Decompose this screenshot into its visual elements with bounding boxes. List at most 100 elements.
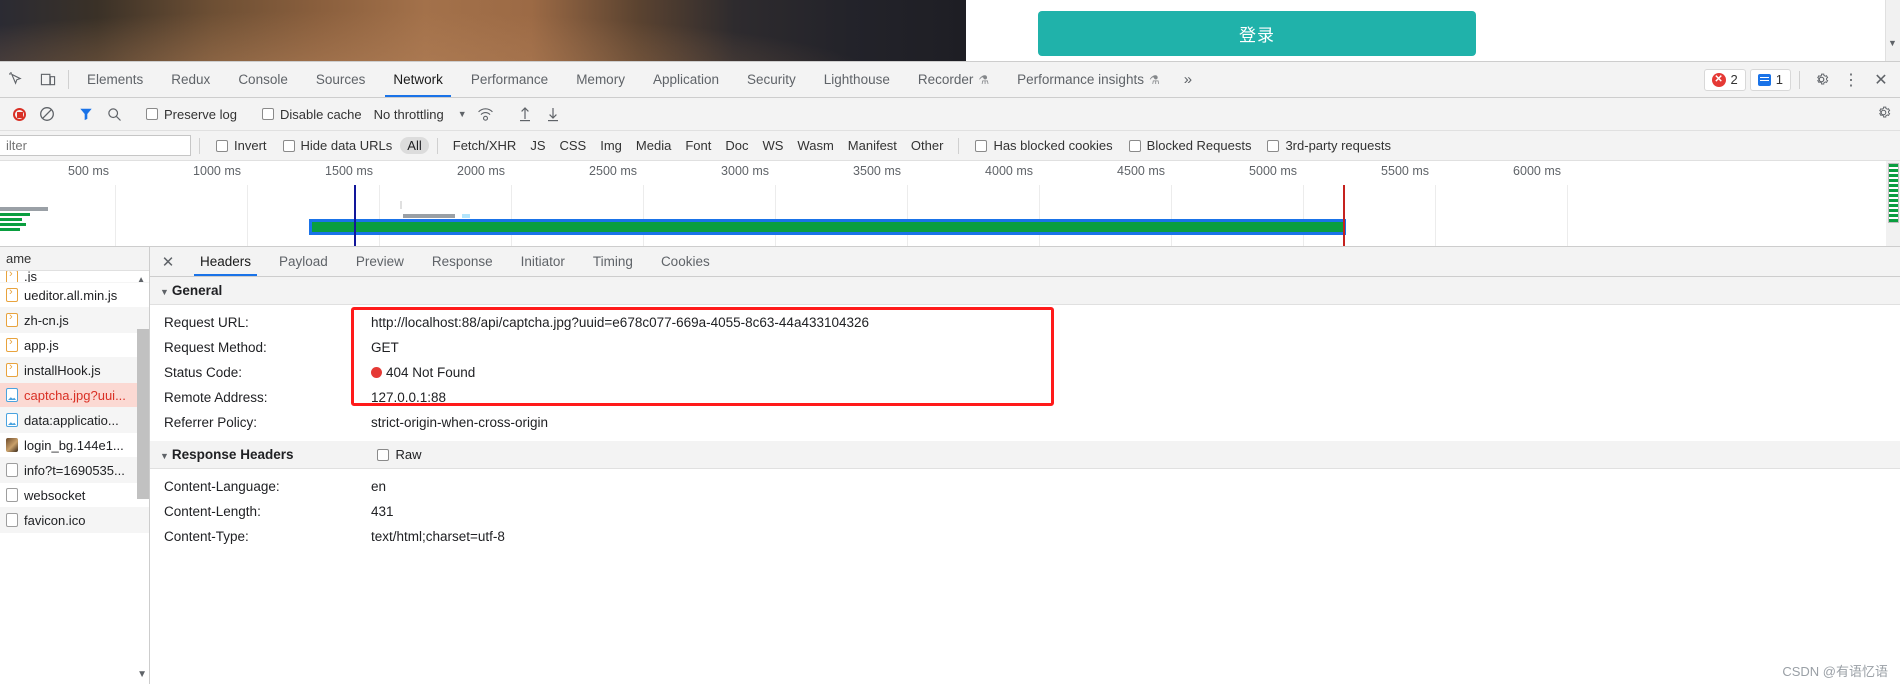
list-item[interactable]: .js — [0, 271, 149, 283]
chevron-down-icon[interactable]: ▼ — [1887, 38, 1898, 49]
request-details-pane: ✕ Headers Payload Preview Response Initi… — [150, 247, 1900, 684]
tab-preview[interactable]: Preview — [342, 247, 418, 276]
message-count-badge[interactable]: 1 — [1749, 68, 1791, 91]
list-item[interactable]: info?t=1690535... — [0, 458, 149, 483]
checkbox-box — [261, 108, 274, 120]
list-item-selected[interactable]: captcha.jpg?uui... — [0, 383, 149, 408]
preserve-log-checkbox[interactable]: Preserve log — [140, 107, 243, 122]
request-list-body[interactable]: .js ueditor.all.min.js zh-cn.js app.js — [0, 271, 149, 684]
login-button[interactable]: 登录 — [1038, 11, 1476, 56]
tab-headers[interactable]: Headers — [186, 247, 265, 276]
invert-checkbox[interactable]: Invert — [208, 138, 275, 153]
more-tabs-icon[interactable]: » — [1174, 62, 1202, 97]
filter-type-font[interactable]: Font — [678, 137, 718, 154]
device-toolbar-icon[interactable] — [32, 62, 64, 97]
row-value[interactable]: http://localhost:88/api/captcha.jpg?uuid… — [371, 315, 869, 330]
page-scrollbar[interactable]: ▼ — [1885, 0, 1900, 61]
js-file-icon — [6, 336, 18, 352]
response-headers-section-header[interactable]: ▼ Response Headers Raw — [150, 441, 1900, 469]
list-item[interactable]: favicon.ico — [0, 508, 149, 533]
response-header-row: Content-Length: 431 — [150, 499, 1900, 524]
tab-recorder[interactable]: Recorder ⚗ — [904, 62, 1003, 97]
inspect-element-icon[interactable] — [0, 62, 32, 97]
row-value: text/html;charset=utf-8 — [371, 529, 505, 544]
list-item[interactable]: login_bg.144e1... — [0, 433, 149, 458]
tab-security[interactable]: Security — [733, 62, 810, 97]
tab-application[interactable]: Application — [639, 62, 733, 97]
divider — [68, 70, 69, 89]
record-button[interactable] — [6, 101, 32, 127]
disable-cache-checkbox[interactable]: Disable cache — [256, 107, 368, 122]
request-list-scroll-thumb[interactable] — [137, 329, 149, 499]
tab-response[interactable]: Response — [418, 247, 507, 276]
preserve-log-label: Preserve log — [164, 106, 237, 122]
network-conditions-icon[interactable] — [473, 101, 499, 127]
filter-type-css[interactable]: CSS — [553, 137, 594, 154]
clear-network-log-icon[interactable] — [34, 101, 60, 127]
general-row: Remote Address: 127.0.0.1:88 — [150, 385, 1900, 410]
import-har-icon[interactable] — [512, 101, 538, 127]
filter-type-manifest[interactable]: Manifest — [841, 137, 904, 154]
throttling-select[interactable]: No throttling ▼ — [370, 107, 471, 122]
tab-elements[interactable]: Elements — [73, 62, 157, 97]
blocked-requests-checkbox[interactable]: Blocked Requests — [1121, 138, 1260, 153]
settings-gear-icon[interactable] — [1808, 67, 1834, 93]
tab-network[interactable]: Network — [379, 62, 457, 97]
list-item[interactable]: installHook.js — [0, 358, 149, 383]
filter-input[interactable] — [0, 135, 191, 156]
has-blocked-cookies-checkbox[interactable]: Has blocked cookies — [967, 138, 1120, 153]
search-icon[interactable] — [101, 101, 127, 127]
filter-type-fetch-xhr[interactable]: Fetch/XHR — [446, 137, 524, 154]
filter-funnel-icon[interactable] — [73, 101, 99, 127]
filter-type-doc[interactable]: Doc — [718, 137, 755, 154]
more-options-icon[interactable]: ⋮ — [1838, 67, 1864, 93]
tab-sources[interactable]: Sources — [302, 62, 380, 97]
list-item[interactable]: zh-cn.js — [0, 308, 149, 333]
scroll-down-icon[interactable]: ▼ — [137, 669, 147, 680]
overview-scrollbar[interactable] — [1886, 161, 1900, 246]
tab-label: Performance — [470, 72, 549, 87]
close-details-icon[interactable]: ✕ — [150, 247, 186, 276]
third-party-requests-checkbox[interactable]: 3rd-party requests — [1259, 138, 1399, 153]
list-item[interactable]: websocket — [0, 483, 149, 508]
checkbox-box — [1267, 139, 1280, 152]
checkbox-box — [1128, 139, 1141, 152]
tab-timing[interactable]: Timing — [579, 247, 647, 276]
triangle-down-icon: ▼ — [160, 287, 169, 297]
filter-type-all[interactable]: All — [400, 137, 429, 154]
filter-type-other[interactable]: Other — [904, 137, 951, 154]
filter-type-media[interactable]: Media — [629, 137, 678, 154]
divider — [1799, 70, 1800, 89]
tab-lighthouse[interactable]: Lighthouse — [810, 62, 904, 97]
tab-cookies[interactable]: Cookies — [647, 247, 724, 276]
filter-type-ws[interactable]: WS — [755, 137, 790, 154]
request-list-header[interactable]: ame — [0, 247, 149, 271]
network-overview-chart[interactable]: 500 ms 1000 ms 1500 ms 2000 ms 2500 ms 3… — [0, 161, 1900, 247]
has-blocked-cookies-label: Has blocked cookies — [993, 138, 1113, 153]
hide-data-urls-checkbox[interactable]: Hide data URLs — [275, 138, 401, 153]
hide-data-urls-label: Hide data URLs — [300, 138, 393, 153]
list-item[interactable]: ueditor.all.min.js — [0, 283, 149, 308]
divider — [958, 137, 960, 154]
filter-type-wasm[interactable]: Wasm — [790, 137, 840, 154]
error-count-badge[interactable]: ✕ 2 — [1703, 68, 1746, 91]
tab-performance[interactable]: Performance — [457, 62, 562, 97]
overview-scroll-thumb[interactable] — [1888, 163, 1899, 223]
tab-console[interactable]: Console — [224, 62, 302, 97]
raw-toggle-checkbox[interactable]: Raw — [377, 447, 422, 462]
close-devtools-icon[interactable]: ✕ — [1868, 67, 1894, 93]
overview-bar-early — [0, 218, 22, 221]
filter-type-js[interactable]: JS — [523, 137, 552, 154]
network-settings-gear-icon[interactable] — [1875, 104, 1892, 126]
tab-memory[interactable]: Memory — [562, 62, 639, 97]
filter-type-img[interactable]: Img — [593, 137, 629, 154]
general-section-header[interactable]: ▼ General — [150, 277, 1900, 305]
tab-performance-insights[interactable]: Performance insights ⚗ — [1003, 62, 1174, 97]
tab-initiator[interactable]: Initiator — [507, 247, 579, 276]
tab-redux[interactable]: Redux — [157, 62, 224, 97]
tab-payload[interactable]: Payload — [265, 247, 342, 276]
export-har-icon[interactable] — [540, 101, 566, 127]
list-item[interactable]: data:applicatio... — [0, 408, 149, 433]
list-item[interactable]: app.js — [0, 333, 149, 358]
list-item-label: .js — [24, 271, 37, 283]
